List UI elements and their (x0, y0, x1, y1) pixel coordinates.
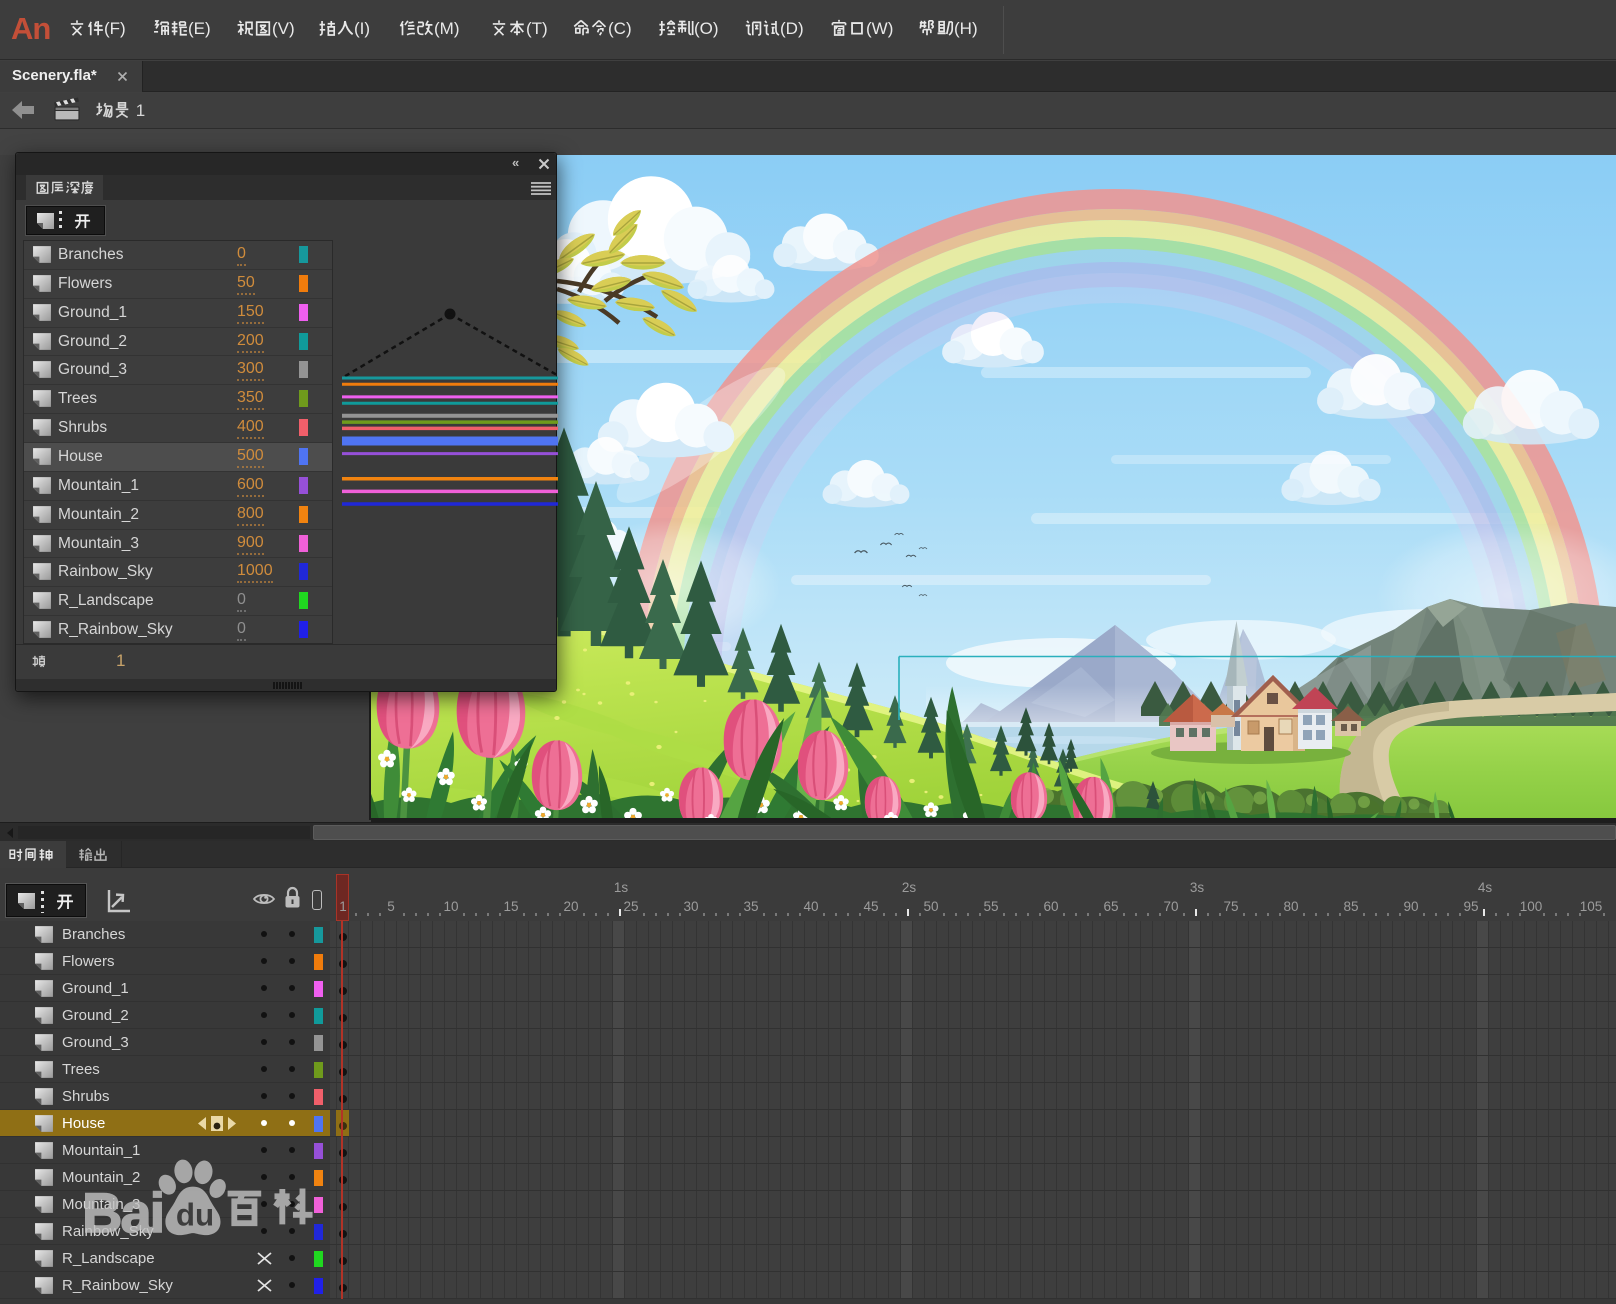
svg-text:Bai: Bai (82, 1181, 163, 1244)
svg-text:du: du (176, 1198, 214, 1233)
